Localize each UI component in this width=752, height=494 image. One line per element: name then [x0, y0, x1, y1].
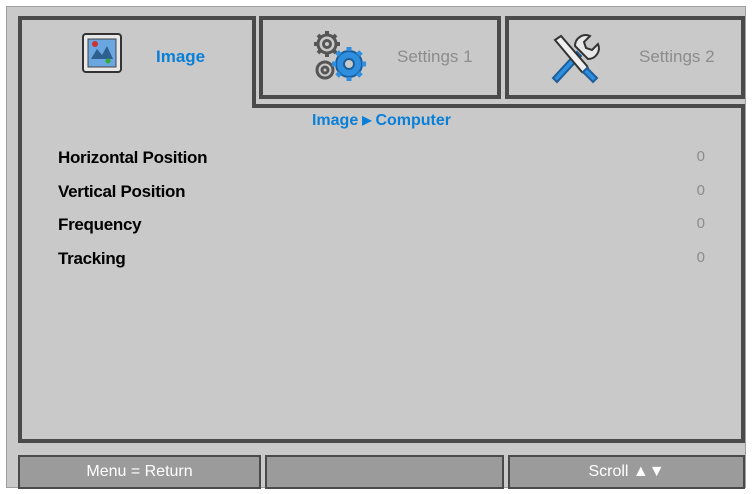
- menu-item-value: 0: [696, 215, 705, 232]
- menu-item-vertical-position[interactable]: Vertical Position 0: [58, 182, 705, 206]
- menu-item-label: Horizontal Position: [58, 148, 208, 167]
- tab-settings-1[interactable]: Settings 1: [259, 16, 501, 99]
- menu-item-value: 0: [696, 249, 705, 266]
- breadcrumb-current: Computer: [375, 112, 452, 129]
- content-panel: Image ▶ Computer Horizontal Position 0 Ver…: [18, 104, 745, 443]
- menu-item-value: 0: [696, 182, 705, 199]
- image-adjust-icon: [82, 33, 132, 83]
- tab-settings-2-label: Settings 2: [639, 47, 715, 66]
- footer-menu-return: Menu = Return: [18, 455, 261, 489]
- tab-settings-2[interactable]: Settings 2: [505, 16, 745, 99]
- menu-item-horizontal-position[interactable]: Horizontal Position 0: [58, 148, 705, 172]
- tab-settings-1-label: Settings 1: [397, 47, 473, 66]
- osd-menu: Image Settings 1 Settings 2 Image ▶ Comp…: [6, 6, 746, 489]
- breadcrumb: Image ▶ Computer: [22, 112, 741, 130]
- breadcrumb-arrow-icon: ▶: [362, 113, 372, 127]
- gears-icon: [309, 28, 366, 81]
- menu-item-tracking[interactable]: Tracking 0: [58, 249, 705, 273]
- tab-image[interactable]: Image: [18, 16, 256, 108]
- footer-middle: [265, 455, 504, 489]
- menu-item-label: Frequency: [58, 215, 142, 234]
- footer-scroll-hint: Scroll ▲▼: [508, 455, 745, 489]
- menu-item-label: Vertical Position: [58, 182, 186, 201]
- tools-icon: [547, 30, 600, 84]
- menu-item-label: Tracking: [58, 249, 126, 268]
- breadcrumb-parent[interactable]: Image: [312, 112, 358, 129]
- tab-image-label: Image: [156, 47, 206, 66]
- menu-item-value: 0: [696, 148, 705, 165]
- menu-item-frequency[interactable]: Frequency 0: [58, 215, 705, 239]
